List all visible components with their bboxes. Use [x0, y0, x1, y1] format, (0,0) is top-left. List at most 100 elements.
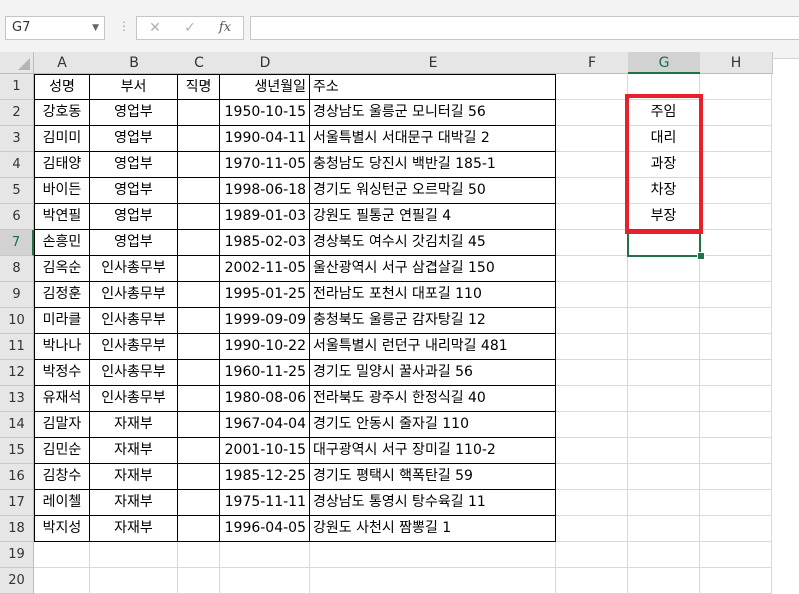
cell-g19[interactable]: [628, 542, 700, 568]
cell-f14[interactable]: [556, 412, 628, 438]
column-header-e[interactable]: E: [310, 52, 557, 74]
cell-f7[interactable]: [556, 230, 628, 256]
cell-h14[interactable]: [700, 412, 772, 438]
cell-f17[interactable]: [556, 490, 628, 516]
column-header-a[interactable]: A: [34, 52, 91, 74]
cell-c4[interactable]: [178, 152, 220, 178]
cell-h5[interactable]: [700, 178, 772, 204]
cell-a13[interactable]: 유재석: [34, 386, 90, 412]
cell-a10[interactable]: 미라클: [34, 308, 90, 334]
formula-input[interactable]: [250, 16, 799, 40]
cell-h15[interactable]: [700, 438, 772, 464]
cell-e11[interactable]: 서울특별시 런던구 내리막길 481: [310, 334, 556, 360]
cell-b3[interactable]: 영업부: [90, 126, 178, 152]
cell-g16[interactable]: [628, 464, 700, 490]
cell-a3[interactable]: 김미미: [34, 126, 90, 152]
cell-e19[interactable]: [310, 542, 556, 568]
row-header[interactable]: 15: [0, 438, 34, 464]
row-header[interactable]: 10: [0, 308, 34, 334]
cell-d11[interactable]: 1990-10-22: [220, 334, 310, 360]
column-header-d[interactable]: D: [220, 52, 311, 74]
cell-a11[interactable]: 박나나: [34, 334, 90, 360]
cell-e9[interactable]: 전라남도 포천시 대포길 110: [310, 282, 556, 308]
cell-f1[interactable]: [556, 74, 628, 100]
cell-e20[interactable]: [310, 568, 556, 594]
cell-h16[interactable]: [700, 464, 772, 490]
cell-a19[interactable]: [34, 542, 90, 568]
cell-a15[interactable]: 김민순: [34, 438, 90, 464]
cell-c3[interactable]: [178, 126, 220, 152]
cell-f6[interactable]: [556, 204, 628, 230]
cell-f12[interactable]: [556, 360, 628, 386]
row-header[interactable]: 16: [0, 464, 34, 490]
cell-c9[interactable]: [178, 282, 220, 308]
row-header[interactable]: 19: [0, 542, 34, 568]
cell-d15[interactable]: 2001-10-15: [220, 438, 310, 464]
cell-b6[interactable]: 영업부: [90, 204, 178, 230]
cell-d2[interactable]: 1950-10-15: [220, 100, 310, 126]
cell-f2[interactable]: [556, 100, 628, 126]
cell-d9[interactable]: 1995-01-25: [220, 282, 310, 308]
cell-e13[interactable]: 전라북도 광주시 한정식길 40: [310, 386, 556, 412]
cell-e6[interactable]: 강원도 필통군 연필길 4: [310, 204, 556, 230]
cell-b2[interactable]: 영업부: [90, 100, 178, 126]
cell-a12[interactable]: 박정수: [34, 360, 90, 386]
cell-d3[interactable]: 1990-04-11: [220, 126, 310, 152]
cell-c2[interactable]: [178, 100, 220, 126]
cell-a4[interactable]: 김태양: [34, 152, 90, 178]
row-header[interactable]: 6: [0, 204, 34, 230]
cell-e16[interactable]: 경기도 평택시 핵폭탄길 59: [310, 464, 556, 490]
cell-g20[interactable]: [628, 568, 700, 594]
cell-e12[interactable]: 경기도 밀양시 꿀사과길 56: [310, 360, 556, 386]
cell-f11[interactable]: [556, 334, 628, 360]
row-header[interactable]: 12: [0, 360, 34, 386]
row-header[interactable]: 11: [0, 334, 34, 360]
cell-b15[interactable]: 자재부: [90, 438, 178, 464]
cell-h6[interactable]: [700, 204, 772, 230]
cell-g2[interactable]: 주임: [628, 100, 700, 126]
cell-c17[interactable]: [178, 490, 220, 516]
cell-f15[interactable]: [556, 438, 628, 464]
row-header[interactable]: 7: [0, 230, 34, 256]
row-header[interactable]: 4: [0, 152, 34, 178]
cell-e2[interactable]: 경상남도 울릉군 모니터길 56: [310, 100, 556, 126]
cell-h3[interactable]: [700, 126, 772, 152]
cell-e15[interactable]: 대구광역시 서구 장미길 110-2: [310, 438, 556, 464]
column-header-h[interactable]: H: [700, 52, 773, 74]
fill-handle[interactable]: [697, 252, 705, 260]
cell-h18[interactable]: [700, 516, 772, 542]
cell-h13[interactable]: [700, 386, 772, 412]
cell-d13[interactable]: 1980-08-06: [220, 386, 310, 412]
cell-e7[interactable]: 경상북도 여수시 갓김치길 45: [310, 230, 556, 256]
cell-g9[interactable]: [628, 282, 700, 308]
cell-b12[interactable]: 인사총무부: [90, 360, 178, 386]
cell-b11[interactable]: 인사총무부: [90, 334, 178, 360]
cell-b19[interactable]: [90, 542, 178, 568]
cell-f5[interactable]: [556, 178, 628, 204]
cell-f19[interactable]: [556, 542, 628, 568]
chevron-down-icon[interactable]: ▼: [92, 17, 99, 39]
cell-e3[interactable]: 서울특별시 서대문구 대박길 2: [310, 126, 556, 152]
cell-b4[interactable]: 영업부: [90, 152, 178, 178]
cell-h8[interactable]: [700, 256, 772, 282]
row-header[interactable]: 18: [0, 516, 34, 542]
cell-f4[interactable]: [556, 152, 628, 178]
enter-icon[interactable]: ✓: [177, 16, 203, 40]
cell-d14[interactable]: 1967-04-04: [220, 412, 310, 438]
row-header[interactable]: 8: [0, 256, 34, 282]
row-header[interactable]: 14: [0, 412, 34, 438]
cell-h7[interactable]: [700, 230, 772, 256]
cell-d8[interactable]: 2002-11-05: [220, 256, 310, 282]
row-header[interactable]: 3: [0, 126, 34, 152]
cell-b18[interactable]: 자재부: [90, 516, 178, 542]
column-header-c[interactable]: C: [178, 52, 221, 74]
cell-h9[interactable]: [700, 282, 772, 308]
cell-e4[interactable]: 충청남도 당진시 백반길 185-1: [310, 152, 556, 178]
cell-f16[interactable]: [556, 464, 628, 490]
cell-g8[interactable]: [628, 256, 700, 282]
cell-d17[interactable]: 1975-11-11: [220, 490, 310, 516]
cell-d7[interactable]: 1985-02-03: [220, 230, 310, 256]
cell-d12[interactable]: 1960-11-25: [220, 360, 310, 386]
cell-c11[interactable]: [178, 334, 220, 360]
cell-b10[interactable]: 인사총무부: [90, 308, 178, 334]
